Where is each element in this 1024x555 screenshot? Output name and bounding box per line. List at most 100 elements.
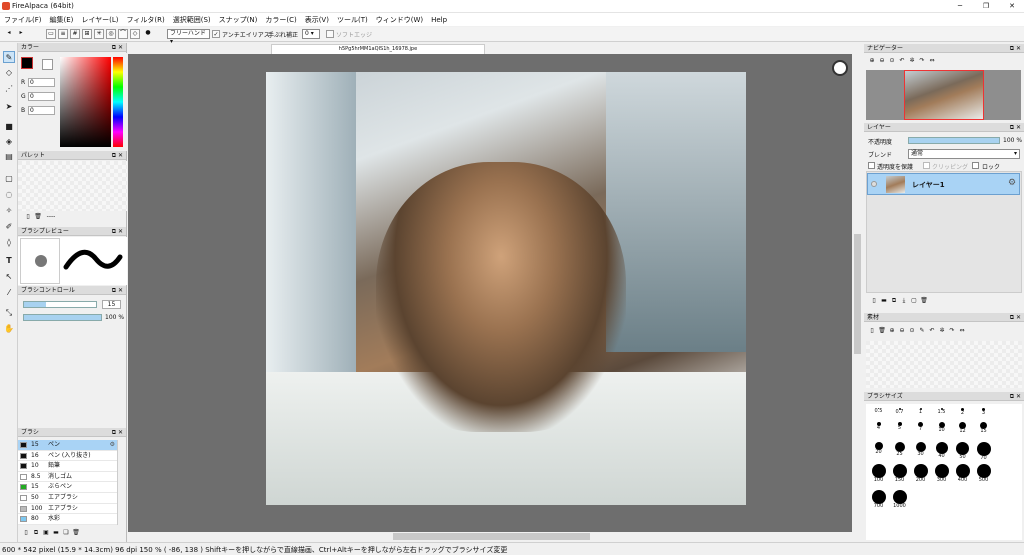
zoom-in-icon[interactable]: ⊕ bbox=[888, 327, 896, 335]
duplicate-brush-icon[interactable]: ⧉ bbox=[32, 529, 40, 537]
panel-controls-icon[interactable]: ⧉ ✕ bbox=[1010, 313, 1021, 322]
brush-size-option[interactable]: 700 bbox=[868, 490, 889, 516]
flip-icon[interactable]: ⇔ bbox=[958, 327, 966, 335]
brush-size-input[interactable]: 15 bbox=[102, 300, 121, 309]
b-input[interactable]: 0 bbox=[28, 106, 55, 115]
menu-tool[interactable]: ツール(T) bbox=[333, 13, 372, 27]
brush-size-option[interactable]: 30 bbox=[910, 442, 931, 464]
eyedropper-tool-icon[interactable]: ⤡ bbox=[3, 307, 15, 319]
menu-filter[interactable]: フィルタ(R) bbox=[123, 13, 169, 27]
brush-size-option[interactable]: 3 bbox=[973, 408, 994, 422]
vertical-scroll-thumb[interactable] bbox=[854, 234, 861, 354]
new-folder-icon[interactable]: ▬ bbox=[880, 297, 888, 305]
brush-size-option[interactable]: 50 bbox=[952, 442, 973, 464]
brush-size-option[interactable]: 1 bbox=[910, 408, 931, 422]
vertical-scrollbar[interactable] bbox=[852, 54, 863, 532]
menu-select[interactable]: 選択範囲(S) bbox=[169, 13, 215, 27]
horizontal-scroll-thumb[interactable] bbox=[393, 533, 590, 540]
brush-size-option[interactable]: 70 bbox=[973, 442, 994, 464]
navigator-viewport-frame[interactable] bbox=[904, 70, 984, 120]
snap-curve-icon[interactable]: ⌒ bbox=[118, 29, 128, 39]
menu-view[interactable]: 表示(V) bbox=[301, 13, 333, 27]
maximize-button[interactable]: ❐ bbox=[978, 1, 994, 12]
g-input[interactable]: 0 bbox=[28, 92, 55, 101]
brush-list-item[interactable]: 8.5 消しゴム bbox=[18, 472, 117, 483]
layer-row[interactable]: レイヤー1 ⚙ bbox=[867, 173, 1020, 195]
panel-controls-icon[interactable]: ⧉ ✕ bbox=[112, 151, 123, 160]
horizontal-scrollbar[interactable] bbox=[128, 532, 852, 541]
lasso-tool-icon[interactable]: ◌ bbox=[3, 189, 15, 201]
brush-size-option[interactable]: 20 bbox=[868, 442, 889, 464]
minimize-button[interactable]: ─ bbox=[952, 1, 968, 12]
delete-layer-icon[interactable]: 🗑 bbox=[920, 297, 928, 305]
pen-tool-icon[interactable]: ✎ bbox=[3, 51, 15, 63]
menu-layer[interactable]: レイヤー(L) bbox=[77, 13, 122, 27]
panel-controls-icon[interactable]: ⧉ ✕ bbox=[112, 43, 123, 52]
clipping-checkbox[interactable] bbox=[923, 162, 930, 169]
brush-mode-select[interactable]: フリーハンド ▾ bbox=[167, 29, 210, 45]
brush-size-option[interactable]: 2 bbox=[952, 408, 973, 422]
add-material-icon[interactable]: ▯ bbox=[868, 327, 876, 335]
new-palette-icon[interactable]: ▯ bbox=[24, 213, 32, 221]
secondary-color-swatch[interactable] bbox=[42, 59, 53, 70]
panel-controls-icon[interactable]: ⧉ ✕ bbox=[112, 286, 123, 295]
brush-list-item[interactable]: 80 水彩 bbox=[18, 514, 117, 525]
brush-list-item[interactable]: 15 ぶらペン bbox=[18, 482, 117, 493]
folder-icon[interactable]: ▬ bbox=[52, 529, 60, 537]
palette-area[interactable] bbox=[18, 161, 127, 211]
rotate-right-icon[interactable]: ↷ bbox=[948, 327, 956, 335]
brush-size-option[interactable]: 500 bbox=[973, 464, 994, 490]
panel-controls-icon[interactable]: ⧉ ✕ bbox=[1010, 392, 1021, 401]
document-tab[interactable]: h5Pg5hrMM1aQIS1h_16978.jpe bbox=[271, 44, 485, 54]
merge-layer-icon[interactable]: ⤓ bbox=[900, 297, 908, 305]
brush-list-scrollbar[interactable] bbox=[117, 440, 125, 525]
gear-icon[interactable]: ⚙ bbox=[1008, 178, 1016, 188]
menu-file[interactable]: ファイル(F) bbox=[0, 13, 46, 27]
layer-opacity-slider[interactable] bbox=[908, 137, 1000, 144]
snap-cross-icon[interactable]: # bbox=[70, 29, 80, 39]
panel-controls-icon[interactable]: ⧉ ✕ bbox=[112, 227, 123, 236]
hand-tool-icon[interactable]: ✋ bbox=[3, 323, 15, 335]
operation-tool-icon[interactable]: ↖ bbox=[3, 271, 15, 283]
brush-size-option[interactable]: 1.5 bbox=[931, 408, 952, 422]
lock-checkbox[interactable] bbox=[972, 162, 979, 169]
gradient-tool-icon[interactable]: ▤ bbox=[3, 151, 15, 163]
menu-edit[interactable]: 編集(E) bbox=[46, 13, 78, 27]
clear-layer-icon[interactable]: ▢ bbox=[910, 297, 918, 305]
brush-size-option[interactable]: 100 bbox=[868, 464, 889, 490]
brush-size-option[interactable]: 40 bbox=[931, 442, 952, 464]
delete-brush-icon[interactable]: 🗑 bbox=[72, 529, 80, 537]
brush-list-item[interactable]: 100 エアブラシ bbox=[18, 504, 117, 515]
snap-vanish-icon[interactable]: ⊞ bbox=[82, 29, 92, 39]
brush-size-option[interactable]: 7 bbox=[910, 422, 931, 442]
brush-size-option[interactable]: 0.5 bbox=[868, 408, 889, 422]
rotate-left-icon[interactable]: ↶ bbox=[928, 327, 936, 335]
snap-circle-icon[interactable]: ◎ bbox=[106, 29, 116, 39]
bucket-tool-icon[interactable]: ◈ bbox=[3, 136, 15, 148]
gear-icon[interactable]: ⚙ bbox=[110, 440, 115, 450]
snap-parallel-icon[interactable]: ≡ bbox=[58, 29, 68, 39]
brush-size-option[interactable]: 0.7 bbox=[889, 408, 910, 422]
brush-size-option[interactable]: 10 bbox=[931, 422, 952, 442]
soft-edge-checkbox[interactable] bbox=[326, 30, 334, 38]
canvas-area[interactable] bbox=[128, 54, 852, 532]
r-input[interactable]: 0 bbox=[28, 78, 55, 87]
dot-tool-icon[interactable]: ⋰ bbox=[3, 83, 15, 95]
menu-snap[interactable]: スナップ(N) bbox=[215, 13, 262, 27]
brush-size-option[interactable]: 15 bbox=[973, 422, 994, 442]
brush-size-slider[interactable] bbox=[23, 301, 97, 308]
stabilizer-select[interactable]: 0 ▾ bbox=[302, 29, 320, 39]
brush-list-item[interactable]: 50 エアブラシ bbox=[18, 493, 117, 504]
rotate-reset-icon[interactable]: ✲ bbox=[938, 327, 946, 335]
antialias-checkbox[interactable]: ✓ bbox=[212, 30, 220, 38]
new-brush-icon[interactable]: ▯ bbox=[22, 529, 30, 537]
pen-icon[interactable]: ✎ bbox=[918, 327, 926, 335]
blend-mode-select[interactable]: 通常 ▾ bbox=[908, 149, 1020, 159]
brush-size-option[interactable]: 300 bbox=[931, 464, 952, 490]
delete-material-icon[interactable]: 🗑 bbox=[878, 327, 886, 335]
menu-window[interactable]: ウィンドウ(W) bbox=[372, 13, 427, 27]
select-pen-icon[interactable]: ✐ bbox=[3, 221, 15, 233]
copy-brush-icon[interactable]: ❏ bbox=[62, 529, 70, 537]
duplicate-layer-icon[interactable]: ⧉ bbox=[890, 297, 898, 305]
brush-size-option[interactable]: 1000 bbox=[889, 490, 910, 516]
